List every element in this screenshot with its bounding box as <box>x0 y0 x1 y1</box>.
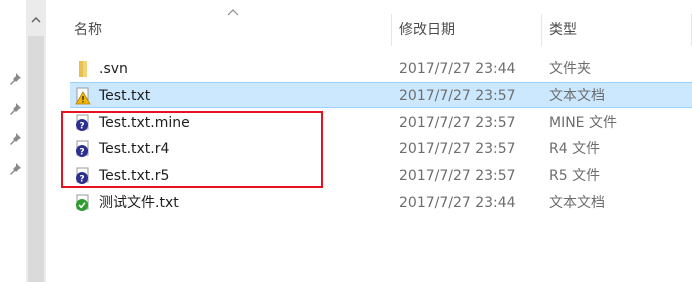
type-column-header[interactable]: 类型 <box>549 14 577 46</box>
file-row-selected[interactable]: Test.txt 2017/7/27 23:57 文本文档 <box>70 82 692 108</box>
file-row[interactable]: 测试文件.txt 2017/7/27 23:44 文本文档 <box>70 190 692 216</box>
column-header: 名称 修改日期 类型 <box>46 14 692 46</box>
file-name: Test.txt <box>99 88 151 104</box>
pin-icon[interactable] <box>8 102 22 116</box>
pin-icon[interactable] <box>8 132 22 146</box>
file-date: 2017/7/27 23:44 <box>399 195 516 211</box>
navigation-pane <box>0 0 26 282</box>
file-name: .svn <box>99 61 128 77</box>
column-divider[interactable] <box>541 14 542 46</box>
folder-icon <box>79 61 87 77</box>
file-date: 2017/7/27 23:57 <box>399 88 516 104</box>
column-divider[interactable] <box>391 14 392 46</box>
file-type: MINE 文件 <box>549 115 617 131</box>
file-name: 测试文件.txt <box>99 195 179 211</box>
scroll-thumb[interactable] <box>28 36 44 282</box>
pin-icon[interactable] <box>8 72 22 86</box>
svn-conflict-file-icon <box>75 87 91 105</box>
name-column-header[interactable]: 名称 <box>74 14 102 46</box>
file-type: 文本文档 <box>549 88 605 104</box>
file-row[interactable]: .svn 2017/7/27 23:44 文件夹 <box>70 56 692 82</box>
file-type: 文件夹 <box>549 61 591 77</box>
scroll-up-button[interactable] <box>26 10 46 30</box>
file-date: 2017/7/27 23:57 <box>399 141 516 157</box>
file-type: R5 文件 <box>549 168 601 184</box>
chevron-up-icon <box>31 17 41 23</box>
pin-icon[interactable] <box>8 162 22 176</box>
date-column-header[interactable]: 修改日期 <box>399 14 455 46</box>
file-type: R4 文件 <box>549 141 601 157</box>
file-date: 2017/7/27 23:44 <box>399 61 516 77</box>
file-date: 2017/7/27 23:57 <box>399 168 516 184</box>
svn-normal-file-icon <box>76 194 89 211</box>
file-type: 文本文档 <box>549 195 605 211</box>
file-date: 2017/7/27 23:57 <box>399 115 516 131</box>
annotation-highlight-box <box>61 111 323 188</box>
